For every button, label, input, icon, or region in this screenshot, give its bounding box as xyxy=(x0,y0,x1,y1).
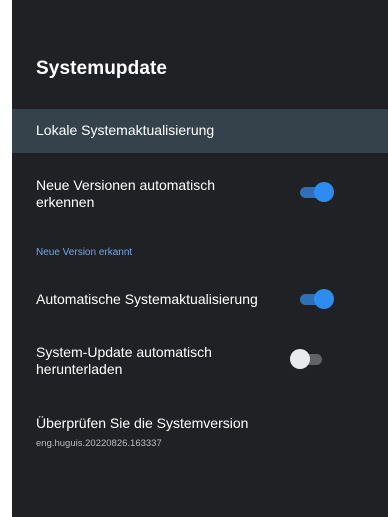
menu-item-auto-system-update[interactable]: Automatische Systemaktualisierung xyxy=(12,283,388,315)
menu-item-auto-download-label: System-Update automatisch herunterladen xyxy=(36,344,212,377)
menu-item-auto-download[interactable]: System-Update automatisch herunterladen xyxy=(12,340,388,384)
menu-item-check-version[interactable]: Überprüfen Sie die Systemversion eng.hug… xyxy=(12,408,388,456)
menu-item-local-update[interactable]: Lokale Systemaktualisierung xyxy=(12,109,388,153)
system-version-value: eng.huguis.20220826.163337 xyxy=(36,438,162,449)
toggle-thumb xyxy=(314,182,334,202)
system-update-panel: Systemupdate Lokale Systemaktualisierung… xyxy=(12,0,388,517)
auto-download-toggle[interactable] xyxy=(290,349,326,369)
menu-item-auto-detect[interactable]: Neue Versionen automatisch erkennen xyxy=(12,170,388,220)
toggle-thumb xyxy=(290,349,310,369)
menu-item-check-version-label: Überprüfen Sie die Systemversion xyxy=(36,415,249,431)
menu-item-auto-detect-label: Neue Versionen automatisch erkennen xyxy=(36,177,215,210)
menu-item-auto-system-update-label: Automatische Systemaktualisierung xyxy=(36,291,258,307)
toggle-thumb xyxy=(314,289,334,309)
auto-system-update-toggle[interactable] xyxy=(298,289,334,309)
page-title: Systemupdate xyxy=(36,58,168,79)
menu-item-local-update-label: Lokale Systemaktualisierung xyxy=(36,122,215,138)
auto-detect-toggle[interactable] xyxy=(298,182,334,202)
section-header-new-version: Neue Version erkannt xyxy=(36,247,133,258)
